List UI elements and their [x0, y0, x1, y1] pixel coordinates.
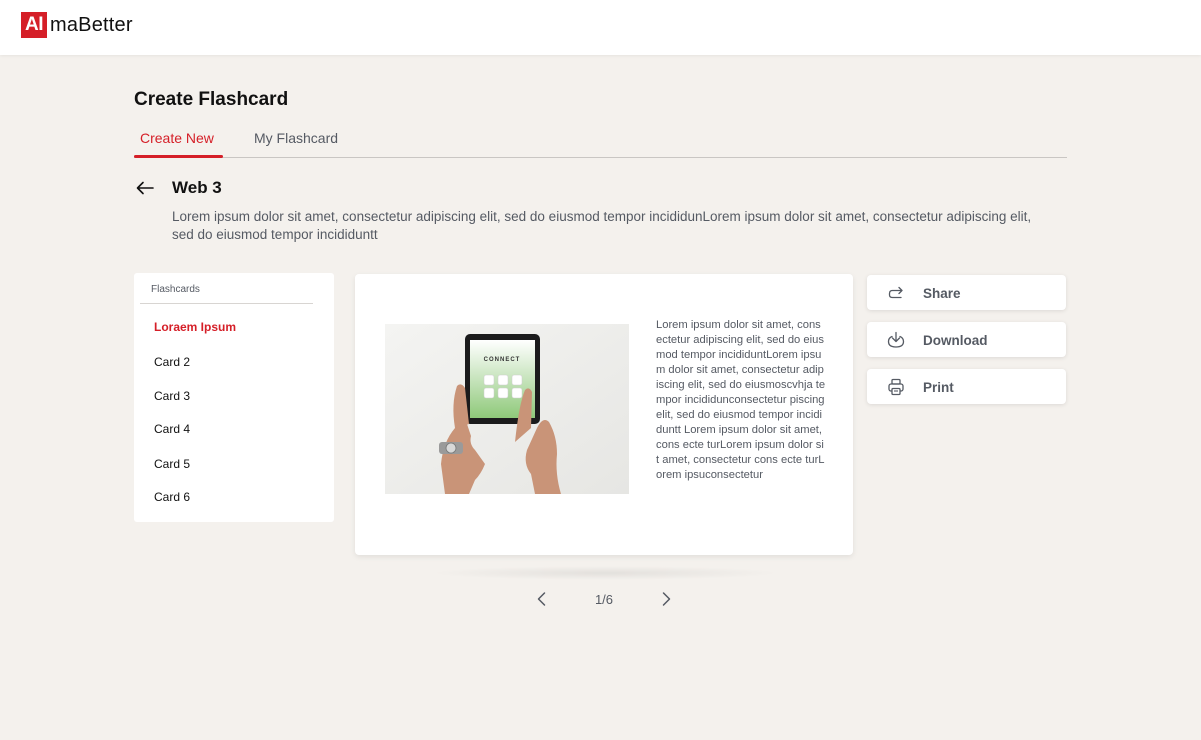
download-label: Download	[923, 333, 988, 348]
divider	[140, 303, 313, 304]
flashcard-body-text: Lorem ipsum dolor sit amet, consectetur …	[656, 319, 826, 481]
flashcard-list-header: Flashcards	[151, 284, 200, 295]
page-indicator: 1/6	[594, 592, 614, 607]
flashcard-list-item[interactable]: Card 5	[154, 457, 190, 471]
flashcard-list-item[interactable]: Card 6	[154, 490, 190, 504]
flashcard-list-item[interactable]: Card 4	[154, 422, 190, 436]
download-button[interactable]: Download	[867, 322, 1066, 357]
tab-bar: Create New My Flashcard	[134, 126, 1067, 158]
tablet-screen-text: CONNECT	[484, 357, 521, 363]
page-title: Create Flashcard	[134, 89, 289, 110]
logo-wordmark: maBetter	[50, 13, 133, 36]
flashcard-list-panel: Flashcards Loraem Ipsum Card 2 Card 3 Ca…	[134, 273, 334, 522]
chevron-right-icon[interactable]	[656, 589, 676, 609]
top-navbar: AI maBetter	[0, 0, 1201, 55]
topic-description: Lorem ipsum dolor sit amet, consectetur …	[172, 209, 1032, 242]
print-button[interactable]: Print	[867, 369, 1066, 404]
share-label: Share	[923, 286, 961, 301]
flashcard-list-item[interactable]: Card 2	[154, 355, 190, 369]
chevron-left-icon[interactable]	[532, 589, 552, 609]
logo-mark: AI	[21, 12, 47, 38]
flashcard-card: CONNECT Lorem ipsum dolor sit amet, cons…	[355, 274, 853, 555]
back-arrow-icon[interactable]	[135, 178, 155, 198]
flashcard-image: CONNECT	[385, 324, 629, 494]
download-icon	[886, 330, 906, 350]
share-button[interactable]: Share	[867, 275, 1066, 310]
tab-my-flashcard[interactable]: My Flashcard	[254, 130, 338, 146]
almabetter-logo[interactable]: AI maBetter	[21, 12, 133, 38]
active-tab-indicator	[134, 155, 223, 158]
tab-create-new[interactable]: Create New	[140, 130, 214, 146]
flashcard-list-item[interactable]: Card 3	[154, 389, 190, 403]
card-stack-shadow	[430, 566, 780, 580]
printer-icon	[886, 377, 906, 397]
print-label: Print	[923, 380, 954, 395]
topic-title: Web 3	[172, 178, 222, 197]
flashcard-list-item[interactable]: Loraem Ipsum	[154, 320, 236, 334]
share-icon	[886, 283, 906, 303]
